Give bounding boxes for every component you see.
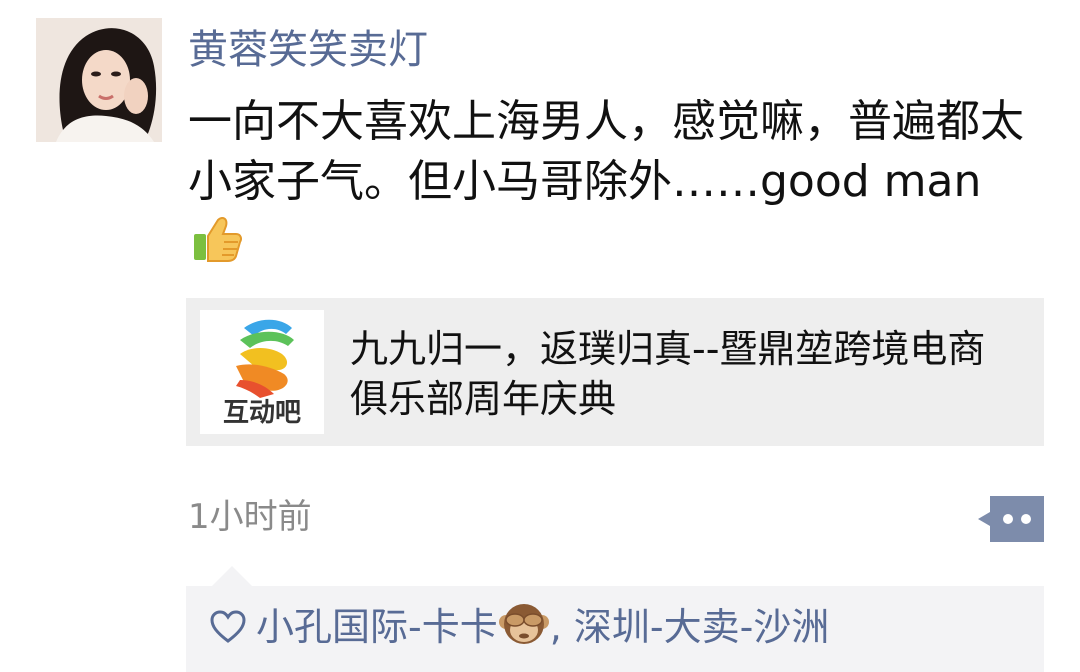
- thumbs-up-icon: [192, 216, 242, 278]
- more-dots-icon: [978, 496, 1044, 542]
- liker-name-1[interactable]: 小孔国际-卡卡: [256, 605, 498, 649]
- see-no-evil-monkey-icon: [498, 600, 550, 661]
- heart-icon: [210, 605, 246, 657]
- link-card-logo-label: 互动吧: [222, 398, 301, 428]
- post-text-content: 一向不大喜欢上海男人，感觉嘛，普遍都太小家子气。但小马哥除外……good man: [188, 96, 1024, 207]
- comment-more-button[interactable]: [978, 496, 1044, 542]
- liker-name-2[interactable]: 深圳-大卖-沙洲: [574, 605, 829, 649]
- link-card-title: 九九归一，返璞归真--暨鼎堃跨境电商俱乐部周年庆典: [350, 327, 986, 421]
- avatar[interactable]: [36, 18, 162, 142]
- likes-box: 小孔国际-卡卡 , 深圳-大卖-沙洲: [186, 586, 1044, 672]
- post-author-name[interactable]: 黄蓉笑笑卖灯: [188, 22, 428, 78]
- likes-box-pointer: [212, 566, 252, 586]
- post-text: 一向不大喜欢上海男人，感觉嘛，普遍都太小家子气。但小马哥除外……good man: [188, 92, 1028, 278]
- shared-link-card[interactable]: 互动吧 九九归一，返璞归真--暨鼎堃跨境电商俱乐部周年庆典: [186, 298, 1044, 446]
- likes-list: 小孔国际-卡卡 , 深圳-大卖-沙洲: [210, 600, 829, 661]
- avatar-photo: [36, 18, 162, 142]
- hudong-hands-logo: [236, 319, 294, 398]
- likes-separator: ,: [549, 605, 562, 649]
- link-card-logo: 互动吧: [200, 310, 324, 434]
- post-timestamp: 1小时前: [188, 497, 312, 537]
